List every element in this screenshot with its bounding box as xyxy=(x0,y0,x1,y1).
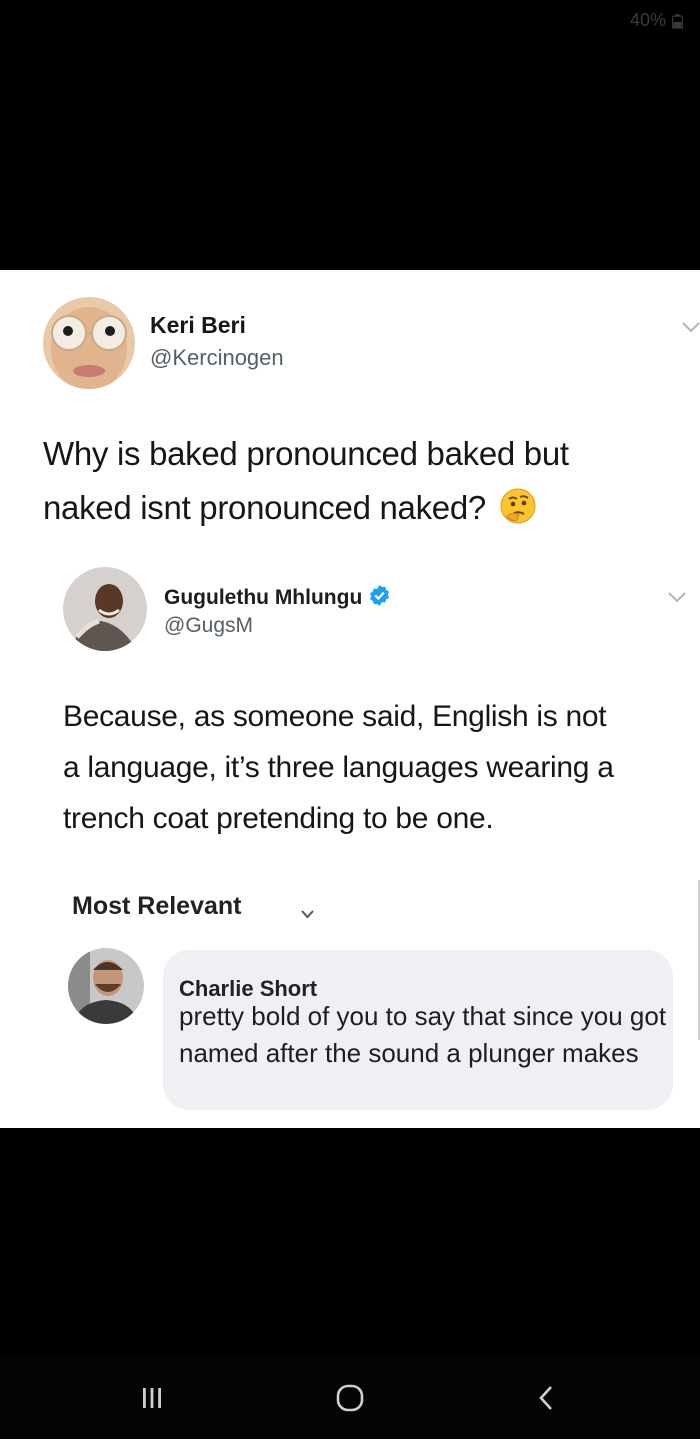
avatar-charlie-short[interactable] xyxy=(68,948,144,1024)
tweet-text-segment: naked isnt pronounced naked? xyxy=(43,489,486,526)
chevron-down-icon[interactable] xyxy=(301,910,314,919)
status-bar: 40% xyxy=(0,0,700,44)
avatar-image xyxy=(43,297,135,389)
back-icon xyxy=(539,1386,552,1410)
reply-tweet-text: Because, as someone said, English is not… xyxy=(63,691,693,844)
avatar-keri-beri[interactable] xyxy=(43,297,135,389)
reply-text-line: trench coat pretending to be one. xyxy=(63,802,494,835)
tweet-text-line: naked isnt pronounced naked? xyxy=(43,481,683,535)
most-relevant-dropdown[interactable]: Most Relevant xyxy=(72,892,241,921)
home-icon xyxy=(336,1384,364,1412)
tweet-text-line: Why is baked pronounced baked but xyxy=(43,435,569,472)
reply-text-line: Because, as someone said, English is not xyxy=(63,700,607,733)
reply-text-line: a language, it’s three languages wearing… xyxy=(63,751,614,784)
author-handle[interactable]: @Kercinogen xyxy=(150,345,284,371)
back-button[interactable] xyxy=(524,1376,568,1420)
home-button[interactable] xyxy=(328,1376,372,1420)
comment-bubble[interactable]: Charlie Short pretty bold of you to say … xyxy=(163,950,673,1110)
avatar-image xyxy=(63,567,147,651)
reply-author-name-text: Gugulethu Mhlungu xyxy=(164,586,363,609)
avatar-gugulethu[interactable] xyxy=(63,567,147,651)
chevron-down-icon[interactable] xyxy=(682,322,700,333)
comment-text: pretty bold of you to say that since you… xyxy=(179,1001,667,1068)
reply-author-handle[interactable]: @GugsM xyxy=(164,614,253,638)
avatar-image xyxy=(68,948,144,1024)
battery-icon xyxy=(672,14,683,29)
author-name[interactable]: Keri Beri xyxy=(150,312,246,339)
verified-badge-icon xyxy=(370,584,390,607)
reply-author-name[interactable]: Gugulethu Mhlungu xyxy=(164,584,391,610)
recents-button[interactable] xyxy=(130,1376,174,1420)
thinking-face-icon xyxy=(500,488,536,524)
recents-icon xyxy=(143,1388,161,1408)
battery-percentage: 40% xyxy=(629,10,666,30)
navigation-bar xyxy=(0,1356,700,1439)
chevron-down-icon[interactable] xyxy=(668,592,686,603)
tweet-text: Why is baked pronounced baked but naked … xyxy=(43,427,683,535)
screenshot-content: Keri Beri @Kercinogen Why is baked prono… xyxy=(0,270,700,1128)
